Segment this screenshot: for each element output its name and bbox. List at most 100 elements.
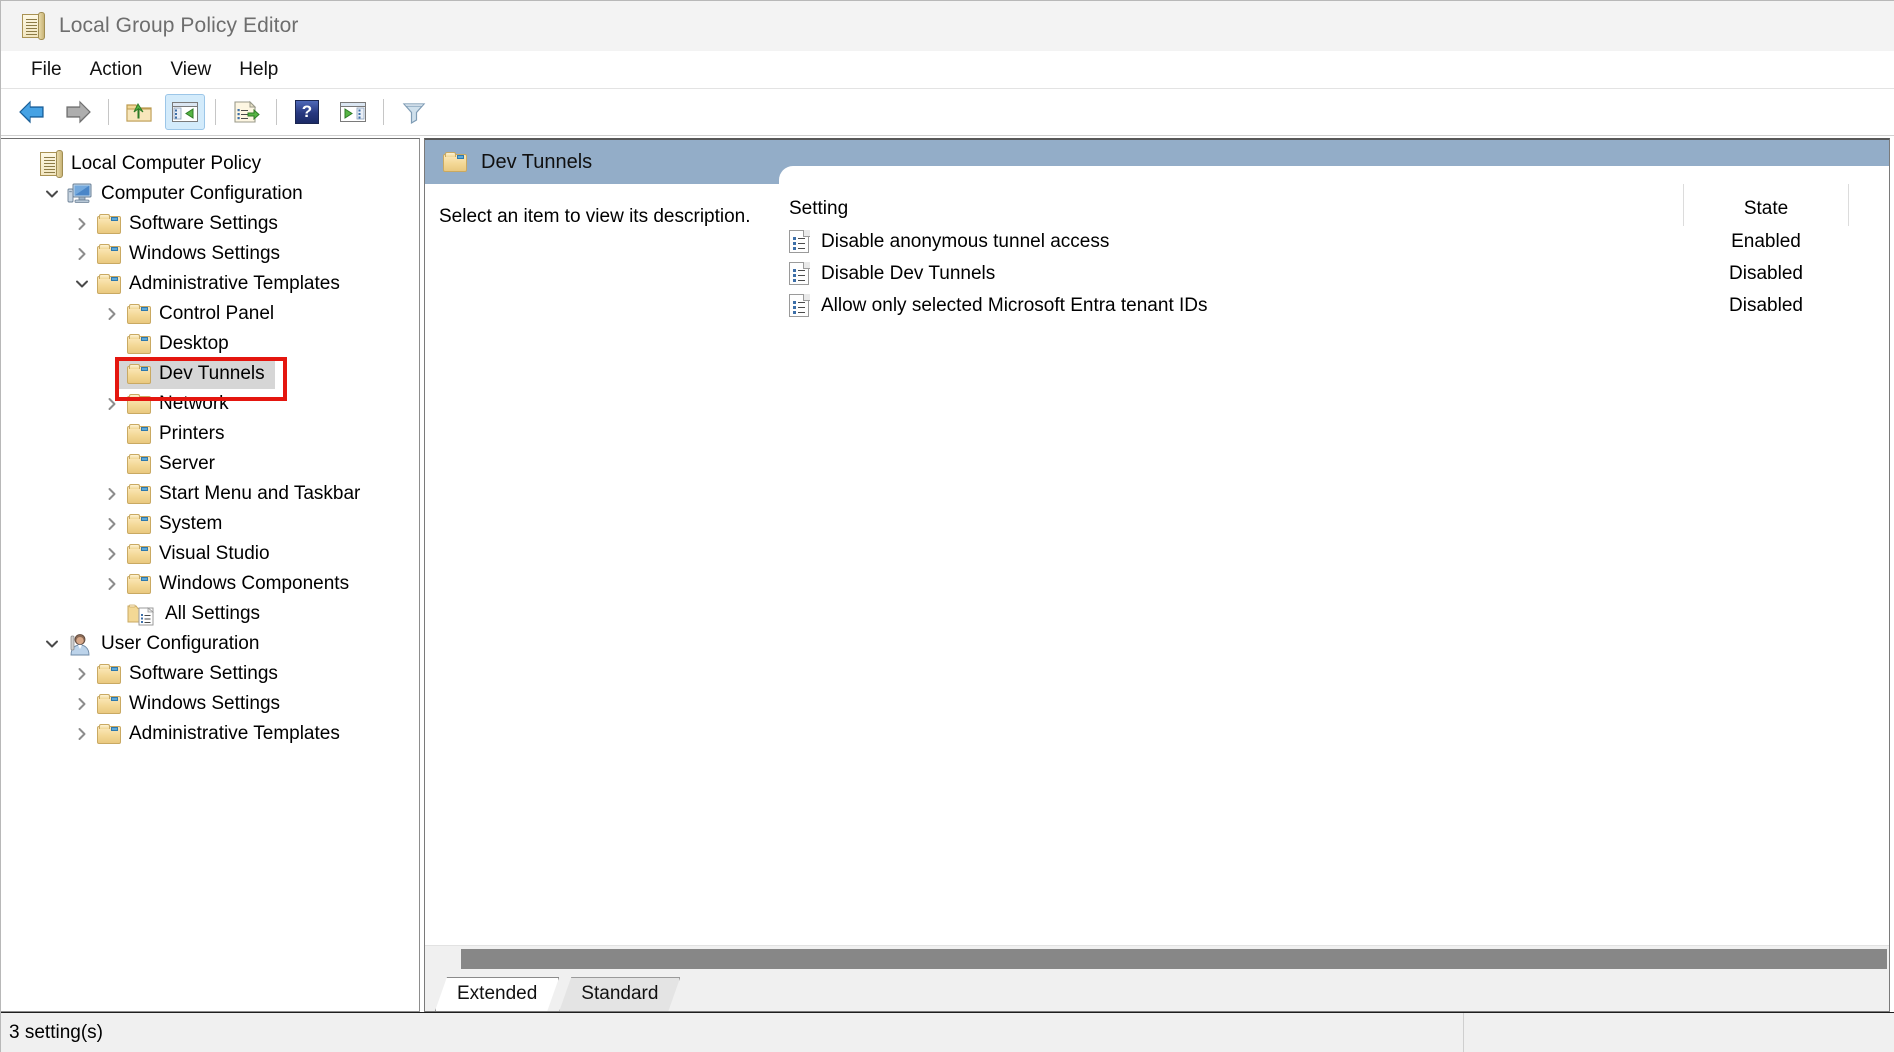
settings-row[interactable]: Allow only selected Microsoft Entra tena… (777, 290, 1889, 322)
settings-horizontal-scrollbar[interactable] (425, 945, 1889, 971)
up-one-level-button[interactable] (119, 94, 159, 130)
tree-node-label: Control Panel (159, 303, 274, 325)
chevron-down-icon[interactable] (37, 636, 67, 652)
scrollbar-thumb[interactable] (461, 949, 1887, 969)
tree-node-system[interactable]: System (1, 509, 419, 539)
tree-node-network[interactable]: Network (1, 389, 419, 419)
column-header-setting[interactable]: Setting (777, 184, 1683, 220)
forward-button[interactable] (58, 94, 98, 130)
details-header-title: Dev Tunnels (481, 151, 592, 174)
tree-node-administrative-templates[interactable]: Administrative Templates (1, 269, 419, 299)
tree-node-label: Network (159, 393, 229, 415)
back-button[interactable] (12, 94, 52, 130)
chevron-right-icon[interactable] (97, 306, 127, 322)
settings-list-rows: Disable anonymous tunnel accessEnabledDi… (777, 226, 1889, 945)
folder-icon (97, 694, 121, 714)
chevron-right-icon[interactable] (67, 246, 97, 262)
folder-icon (127, 454, 151, 474)
console-tree-pane: Local Computer PolicyComputer Configurat… (1, 138, 420, 1012)
tree-node-all-settings[interactable]: All Settings (1, 599, 419, 629)
show-hide-console-tree-button[interactable] (165, 94, 205, 130)
tree-node-control-panel[interactable]: Control Panel (1, 299, 419, 329)
help-button[interactable]: ? (287, 94, 327, 130)
tree-node-windows-components[interactable]: Windows Components (1, 569, 419, 599)
settings-pane: Dev Tunnels Select an item to view its d… (424, 138, 1890, 1012)
chevron-right-icon[interactable] (67, 726, 97, 742)
menu-action[interactable]: Action (76, 56, 157, 84)
setting-name: Disable Dev Tunnels (821, 263, 995, 285)
menu-file[interactable]: File (17, 56, 76, 84)
state-cell: Enabled (1683, 231, 1849, 253)
tree-node-visual-studio[interactable]: Visual Studio (1, 539, 419, 569)
folder-icon (127, 424, 151, 444)
chevron-right-icon[interactable] (67, 666, 97, 682)
title-bar: Local Group Policy Editor (1, 1, 1894, 51)
tree-node-label: Administrative Templates (129, 273, 340, 295)
tree-node-windows-settings[interactable]: Windows Settings (1, 689, 419, 719)
tree-node-printers[interactable]: Printers (1, 419, 419, 449)
menu-bar: File Action View Help (1, 51, 1894, 89)
details-content: Select an item to view its description. … (425, 184, 1889, 945)
tab-extended[interactable]: Extended (435, 977, 559, 1011)
status-text: 3 setting(s) (1, 1022, 103, 1044)
toolbar-separator (276, 99, 277, 125)
chevron-right-icon[interactable] (67, 216, 97, 232)
folder-icon (127, 394, 151, 414)
policy-setting-icon (789, 230, 810, 254)
folder-icon (127, 484, 151, 504)
menu-help[interactable]: Help (225, 56, 292, 84)
tree-node-label: Desktop (159, 333, 229, 355)
tree-node-computer-configuration[interactable]: Computer Configuration (1, 179, 419, 209)
tree-node-administrative-templates[interactable]: Administrative Templates (1, 719, 419, 749)
tree-node-label: Windows Settings (129, 693, 280, 715)
export-list-button[interactable] (226, 94, 266, 130)
tree-node-dev-tunnels[interactable]: Dev Tunnels (1, 359, 419, 389)
toolbar-separator (108, 99, 109, 125)
tree-node-label: Server (159, 453, 215, 475)
chevron-down-icon[interactable] (37, 186, 67, 202)
tree-node-software-settings[interactable]: Software Settings (1, 659, 419, 689)
status-secondary-cell (1464, 1013, 1894, 1052)
state-cell: Disabled (1683, 263, 1849, 285)
policy-setting-icon (789, 262, 810, 286)
tree-node-label: All Settings (165, 603, 260, 625)
back-arrow-icon (17, 99, 47, 125)
chevron-right-icon[interactable] (97, 486, 127, 502)
folder-icon (97, 214, 121, 234)
tree-node-label: Printers (159, 423, 224, 445)
filter-button[interactable] (394, 94, 434, 130)
toolbar: ? (1, 89, 1894, 136)
chevron-right-icon[interactable] (97, 546, 127, 562)
chevron-right-icon[interactable] (67, 696, 97, 712)
chevron-right-icon[interactable] (97, 516, 127, 532)
tree-node-start-menu-and-taskbar[interactable]: Start Menu and Taskbar (1, 479, 419, 509)
tree-node-software-settings[interactable]: Software Settings (1, 209, 419, 239)
chevron-down-icon[interactable] (67, 276, 97, 292)
toolbar-separator (215, 99, 216, 125)
state-cell: Disabled (1683, 295, 1849, 317)
tab-standard[interactable]: Standard (559, 977, 680, 1011)
tree-node-user-configuration[interactable]: User Configuration (1, 629, 419, 659)
main-body: Local Computer PolicyComputer Configurat… (1, 136, 1894, 1012)
chevron-right-icon[interactable] (97, 396, 127, 412)
folder-icon (127, 304, 151, 324)
tree-node-local-computer-policy[interactable]: Local Computer Policy (1, 149, 419, 179)
folder-icon (127, 544, 151, 564)
column-header-state[interactable]: State (1683, 184, 1849, 226)
computer-icon (67, 182, 93, 206)
menu-view[interactable]: View (156, 56, 225, 84)
tree-node-windows-settings[interactable]: Windows Settings (1, 239, 419, 269)
settings-row[interactable]: Disable anonymous tunnel accessEnabled (777, 226, 1889, 258)
folder-icon (97, 724, 121, 744)
header-notch (779, 166, 1889, 184)
tree-node-server[interactable]: Server (1, 449, 419, 479)
settings-row[interactable]: Disable Dev Tunnels Disabled (777, 258, 1889, 290)
show-hide-action-pane-button[interactable] (333, 94, 373, 130)
chevron-right-icon[interactable] (97, 576, 127, 592)
tab-label: Standard (581, 983, 658, 1005)
status-bar: 3 setting(s) (1, 1012, 1894, 1052)
tree-node-label: Windows Components (159, 573, 349, 595)
folder-icon (127, 364, 151, 384)
folder-icon (97, 664, 121, 684)
tree-node-desktop[interactable]: Desktop (1, 329, 419, 359)
